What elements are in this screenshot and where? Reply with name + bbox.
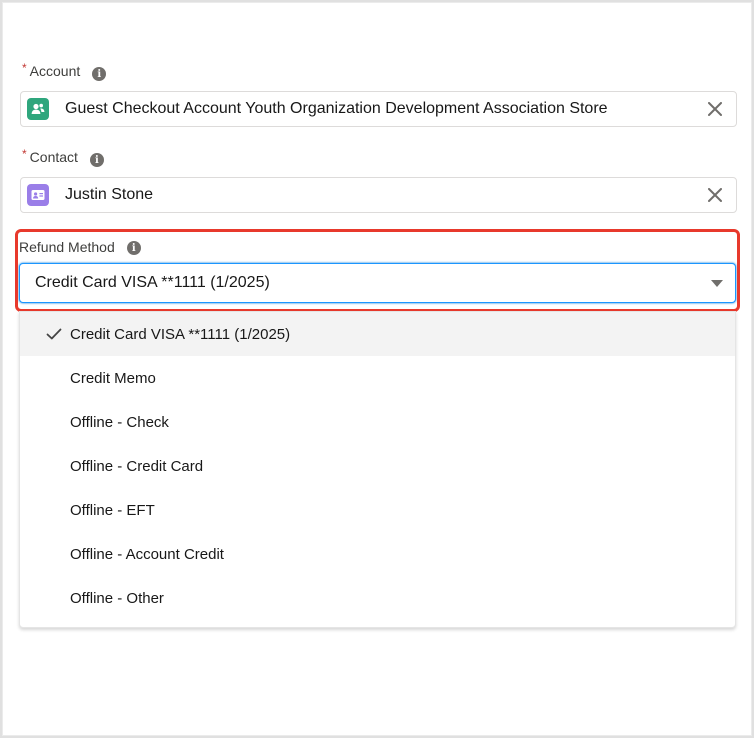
info-icon[interactable]: i [126, 241, 141, 255]
account-label-text: Account [29, 63, 81, 79]
option-offline-credit-card[interactable]: Offline - Credit Card [20, 444, 735, 488]
option-label: Credit Card VISA **1111 (1/2025) [70, 325, 291, 343]
option-label: Offline - Credit Card [70, 457, 204, 475]
contact-label: * Contact i [22, 147, 104, 167]
close-icon [708, 102, 722, 116]
option-offline-check[interactable]: Offline - Check [20, 400, 735, 444]
option-offline-account-credit[interactable]: Offline - Account Credit [20, 532, 735, 576]
required-marker: * [22, 147, 27, 161]
refund-method-label: Refund Method i [19, 239, 141, 255]
option-credit-memo[interactable]: Credit Memo [20, 356, 735, 400]
option-label: Offline - Account Credit [70, 545, 224, 563]
contact-icon [27, 184, 49, 206]
clear-contact-button[interactable] [704, 184, 726, 206]
option-offline-eft[interactable]: Offline - EFT [20, 488, 735, 532]
account-label: * Account i [22, 61, 107, 81]
account-icon [27, 98, 49, 120]
refund-method-value: Credit Card VISA **1111 (1/2025) [35, 274, 270, 291]
refund-method-combobox[interactable]: Credit Card VISA **1111 (1/2025) [19, 263, 736, 303]
contact-lookup[interactable]: Justin Stone [20, 177, 737, 213]
refund-method-listbox: Credit Card VISA **1111 (1/2025) Credit … [19, 311, 736, 628]
close-icon [708, 188, 722, 202]
checkmark-icon [20, 328, 70, 340]
contact-value: Justin Stone [65, 186, 154, 203]
account-lookup[interactable]: Guest Checkout Account Youth Organizatio… [20, 91, 737, 127]
option-credit-card-visa[interactable]: Credit Card VISA **1111 (1/2025) [20, 312, 735, 356]
info-icon[interactable]: i [89, 153, 104, 167]
refund-method-label-text: Refund Method [19, 239, 115, 255]
option-label: Offline - Other [70, 589, 164, 607]
option-label: Offline - Check [70, 413, 169, 431]
account-value: Guest Checkout Account Youth Organizatio… [65, 100, 608, 117]
option-label: Offline - EFT [70, 501, 155, 519]
chevron-down-icon[interactable] [711, 279, 723, 287]
contact-label-text: Contact [29, 149, 78, 165]
option-label: Credit Memo [70, 369, 156, 387]
clear-account-button[interactable] [704, 98, 726, 120]
required-marker: * [22, 61, 27, 75]
info-icon[interactable]: i [92, 67, 107, 81]
option-offline-other[interactable]: Offline - Other [20, 576, 735, 620]
